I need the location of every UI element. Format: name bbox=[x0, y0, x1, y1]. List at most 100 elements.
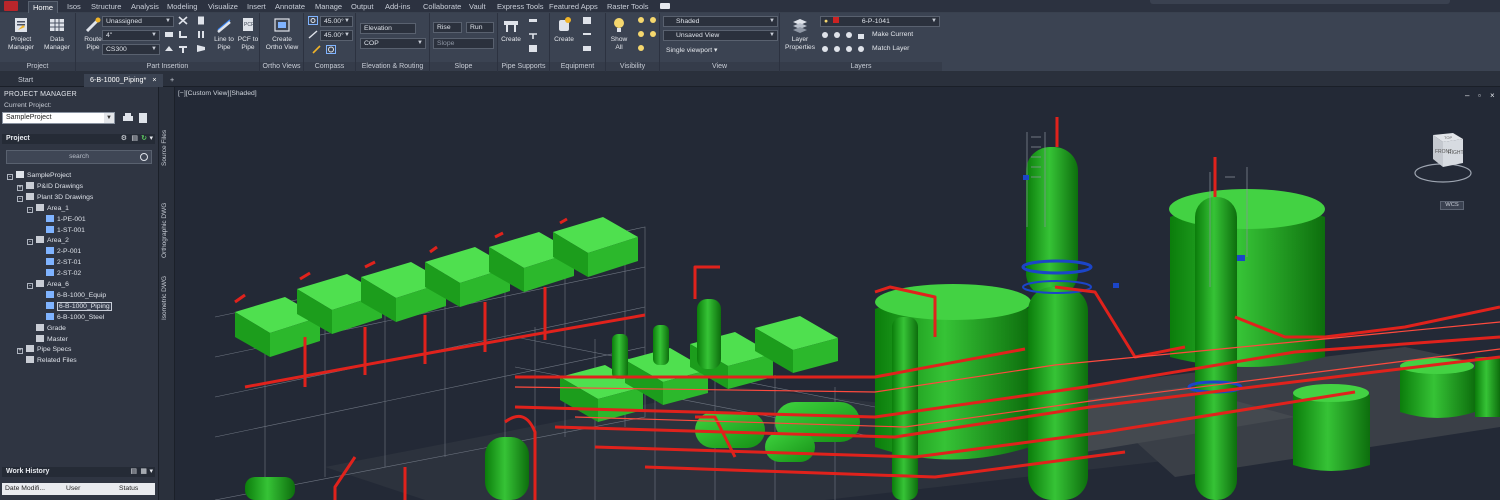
workspace-toggle-icon[interactable] bbox=[660, 3, 670, 9]
tab-modeling[interactable]: Modeling bbox=[163, 1, 201, 13]
print-icon[interactable] bbox=[122, 112, 134, 124]
tree-item[interactable]: Grade bbox=[27, 323, 66, 334]
collapse-icon[interactable]: - bbox=[27, 239, 33, 246]
layer-lock-icon[interactable] bbox=[856, 31, 866, 40]
tab-insert[interactable]: Insert bbox=[243, 1, 270, 13]
tab-home[interactable]: Home bbox=[28, 1, 59, 13]
chevron-down-icon[interactable]: ▾ bbox=[149, 467, 153, 477]
compass-toggle-icon[interactable] bbox=[308, 16, 318, 25]
compass-angle-2[interactable]: 45.00° ▼ bbox=[320, 30, 353, 41]
layer-walk-icon[interactable] bbox=[820, 45, 830, 54]
tree-item[interactable]: 6-B-1000_Equip bbox=[37, 290, 106, 301]
equipment-edit-icon[interactable] bbox=[582, 16, 592, 25]
publish-icon[interactable] bbox=[137, 112, 149, 124]
project-search-input[interactable]: search bbox=[6, 150, 152, 164]
tab-annotate[interactable]: Annotate bbox=[271, 1, 309, 13]
tree-item[interactable]: 2-P-001 bbox=[37, 247, 81, 257]
tab-start[interactable]: Start bbox=[12, 74, 39, 87]
slope-field[interactable]: Slope bbox=[433, 38, 494, 49]
layer-isolate-icon[interactable] bbox=[832, 31, 842, 40]
tree-item[interactable]: - SampleProject bbox=[7, 171, 71, 181]
tree-item[interactable]: - Area_2 bbox=[27, 236, 69, 246]
layer-previous-icon[interactable] bbox=[856, 45, 866, 54]
project-section-header[interactable]: Project ⚙ ▤ ↻ ▾ bbox=[2, 134, 155, 144]
chevron-down-icon[interactable]: ▾ bbox=[149, 134, 153, 144]
model-viewport[interactable]: [−][Custom View][Shaded] – ▫ × FRONT RIG… bbox=[175, 87, 1500, 500]
work-history-header[interactable]: Work History ▤ ▦ ▾ bbox=[2, 467, 155, 477]
tree-item[interactable]: 1-PE-001 bbox=[37, 214, 86, 225]
valve-icon[interactable] bbox=[178, 16, 188, 25]
history-doc-icon[interactable]: ▤ bbox=[130, 467, 137, 477]
tree-item[interactable]: + Pipe Specs bbox=[17, 345, 71, 355]
create-ortho-view-button[interactable]: Create Ortho View bbox=[263, 15, 301, 59]
tree-item[interactable]: - Plant 3D Drawings bbox=[17, 192, 93, 203]
create-equipment-button[interactable]: Create bbox=[550, 15, 578, 59]
rotate-icon[interactable] bbox=[326, 45, 336, 54]
tee-icon[interactable] bbox=[178, 44, 188, 53]
elbow-icon[interactable] bbox=[178, 30, 188, 39]
match-layer-button[interactable]: Match Layer bbox=[872, 45, 909, 52]
side-tab-orthographic[interactable]: Orthographic DWG bbox=[161, 195, 173, 265]
tab-add-ins[interactable]: Add-ins bbox=[381, 1, 414, 13]
document-icon[interactable] bbox=[196, 16, 206, 25]
support-edit-icon[interactable] bbox=[528, 16, 538, 25]
viewcube[interactable]: FRONT RIGHT TOP bbox=[1413, 129, 1473, 185]
tree-item[interactable]: 6-B-1000_Piping bbox=[37, 301, 112, 312]
expand-icon[interactable]: + bbox=[17, 348, 23, 355]
tree-item[interactable]: 2-ST-02 bbox=[37, 269, 81, 279]
data-manager-button[interactable]: Data Manager bbox=[40, 15, 74, 59]
viewport-minimize-icon[interactable]: – bbox=[1465, 91, 1469, 100]
new-tab-button[interactable]: + bbox=[164, 74, 180, 87]
compass-angle-1[interactable]: 45.00° ▼ bbox=[320, 16, 353, 27]
tab-vault[interactable]: Vault bbox=[465, 1, 490, 13]
elevation-field[interactable]: Elevation bbox=[360, 23, 416, 34]
layer-properties-button[interactable]: Layer Properties bbox=[782, 15, 818, 59]
doc-icon[interactable]: ▤ bbox=[131, 134, 138, 144]
tab-analysis[interactable]: Analysis bbox=[127, 1, 163, 13]
layer-dropdown[interactable]: ● 6-P-1041 ▼ bbox=[820, 16, 940, 27]
tree-item[interactable]: + P&ID Drawings bbox=[17, 181, 83, 192]
flange-icon[interactable] bbox=[196, 30, 206, 39]
tab-visualize[interactable]: Visualize bbox=[204, 1, 242, 13]
create-pipe-support-button[interactable]: Create bbox=[498, 15, 524, 59]
column-date[interactable]: Date Modifi... bbox=[5, 483, 45, 495]
size-dropdown[interactable]: 4" ▼ bbox=[102, 30, 160, 41]
tree-item[interactable]: Related Files bbox=[17, 356, 77, 366]
spec-dropdown[interactable]: CS300 ▼ bbox=[102, 44, 160, 55]
collapse-icon[interactable]: - bbox=[17, 195, 23, 202]
tree-item[interactable]: - Area_1 bbox=[27, 203, 69, 214]
tab-express-tools[interactable]: Express Tools bbox=[493, 1, 548, 13]
current-project-dropdown[interactable]: SampleProject ▼ bbox=[2, 112, 115, 124]
refresh-icon[interactable]: ↻ bbox=[141, 134, 147, 144]
collapse-icon[interactable]: - bbox=[27, 206, 33, 213]
tab-isos[interactable]: Isos bbox=[63, 1, 85, 13]
rise-field[interactable]: Rise bbox=[433, 22, 462, 33]
tree-item[interactable]: 1-ST-001 bbox=[37, 225, 85, 236]
tree-item[interactable]: Master bbox=[27, 334, 68, 345]
fitting-icon[interactable] bbox=[164, 30, 174, 39]
tab-output[interactable]: Output bbox=[347, 1, 378, 13]
hide-others-icon[interactable] bbox=[636, 30, 646, 39]
tab-raster-tools[interactable]: Raster Tools bbox=[603, 1, 653, 13]
service-dropdown[interactable]: Unassigned ▼ bbox=[102, 16, 174, 27]
tab-collaborate[interactable]: Collaborate bbox=[419, 1, 465, 13]
close-icon[interactable]: × bbox=[152, 75, 156, 84]
tab-structure[interactable]: Structure bbox=[87, 1, 125, 13]
visibility-options-icon[interactable] bbox=[636, 44, 646, 53]
side-tab-source-files[interactable]: Source Files bbox=[161, 123, 173, 173]
viewport-controls-label[interactable]: [−][Custom View][Shaded] bbox=[178, 90, 257, 97]
named-view-dropdown[interactable]: Unsaved View ▼ bbox=[663, 30, 778, 41]
layer-freeze-icon[interactable] bbox=[844, 31, 854, 40]
snap-icon[interactable] bbox=[308, 30, 318, 39]
viewport-restore-icon[interactable]: ▫ bbox=[1478, 91, 1481, 100]
reducer-icon[interactable] bbox=[196, 44, 206, 53]
column-status[interactable]: Status bbox=[119, 483, 138, 495]
cop-dropdown[interactable]: COP ▼ bbox=[360, 38, 426, 49]
project-manager-button[interactable]: Project Manager bbox=[4, 15, 38, 59]
viewport-config-button[interactable]: Single viewport ▾ bbox=[666, 46, 717, 54]
history-filter-icon[interactable]: ▦ bbox=[140, 467, 147, 477]
support-attach-icon[interactable] bbox=[528, 30, 538, 39]
show-all-button[interactable]: Show All bbox=[606, 15, 632, 59]
column-user[interactable]: User bbox=[66, 483, 80, 495]
convert-equipment-icon[interactable] bbox=[582, 44, 592, 53]
